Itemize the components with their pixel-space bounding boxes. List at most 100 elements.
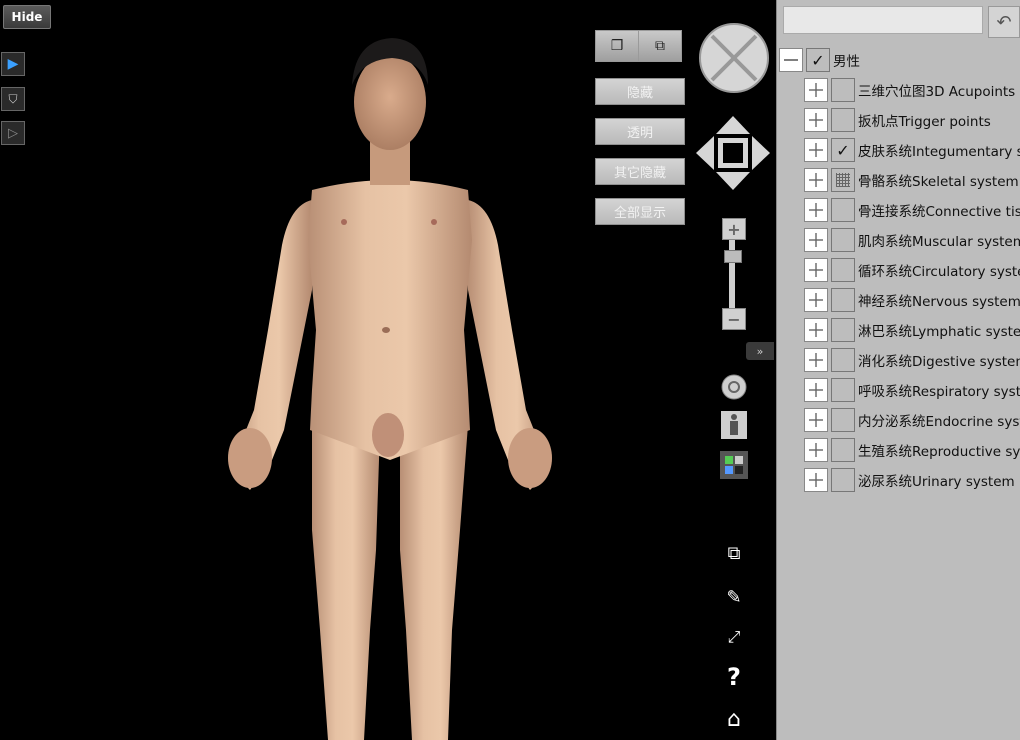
tree-item-label: 三维穴位图3D Acupoints bbox=[858, 84, 1016, 100]
body-view-button[interactable] bbox=[719, 410, 749, 440]
tree-item-label: 肌肉系统Muscular system bbox=[858, 234, 1020, 250]
tree-item[interactable]: 淋巴系统Lymphatic syster bbox=[804, 316, 1020, 344]
visibility-checkbox[interactable]: ✓ bbox=[806, 48, 830, 72]
tree-item[interactable]: 呼吸系统Respiratory syste bbox=[804, 376, 1020, 404]
checkmark-icon: ✓ bbox=[836, 140, 850, 160]
zoom-out-button[interactable]: − bbox=[722, 308, 746, 330]
help-button[interactable]: ? bbox=[719, 662, 749, 692]
expand-toggle[interactable] bbox=[804, 198, 828, 222]
tree-item[interactable]: 消化系统Digestive system bbox=[804, 346, 1020, 374]
expand-toggle[interactable] bbox=[804, 138, 828, 162]
expand-toggle[interactable] bbox=[804, 468, 828, 492]
visibility-checkbox[interactable]: ✓ bbox=[831, 138, 855, 162]
tree-item[interactable]: 骨骼系统Skeletal system bbox=[804, 166, 1019, 194]
3d-viewport[interactable]: Hide ▶ ⛉ ▷ ❒ ⧉ 隐藏 透明 其它隐藏 全部显示 + − » ⧉ ✎… bbox=[0, 0, 776, 740]
visibility-checkbox[interactable] bbox=[831, 318, 855, 342]
visibility-checkbox[interactable] bbox=[831, 198, 855, 222]
tree-item[interactable]: 肌肉系统Muscular system bbox=[804, 226, 1020, 254]
tree-item[interactable]: 三维穴位图3D Acupoints bbox=[804, 76, 1015, 104]
plus-icon bbox=[809, 263, 823, 277]
tree-item-label: 扳机点Trigger points bbox=[858, 114, 991, 130]
visibility-checkbox[interactable] bbox=[831, 408, 855, 432]
plus-icon bbox=[809, 143, 823, 157]
tree-item-label: 循环系统Circulatory syste bbox=[858, 264, 1020, 280]
home-button[interactable]: ⌂ bbox=[719, 704, 749, 734]
fullscreen-button[interactable]: ⤢ bbox=[719, 622, 749, 652]
expand-toggle[interactable] bbox=[804, 348, 828, 372]
color-mode-button[interactable] bbox=[719, 450, 749, 480]
reset-view-button[interactable] bbox=[719, 372, 749, 402]
layers-icon: ⧉ bbox=[727, 542, 741, 564]
collapse-toggle[interactable] bbox=[779, 48, 803, 72]
visibility-checkbox[interactable] bbox=[831, 78, 855, 102]
visibility-checkbox[interactable] bbox=[831, 438, 855, 462]
pan-control[interactable] bbox=[694, 114, 772, 192]
visibility-checkbox[interactable] bbox=[831, 258, 855, 282]
show-all-button[interactable]: 全部显示 bbox=[595, 198, 685, 225]
visibility-checkbox[interactable] bbox=[831, 108, 855, 132]
expand-toggle[interactable] bbox=[804, 258, 828, 282]
search-input[interactable] bbox=[783, 6, 983, 34]
layers-button[interactable]: ⧉ bbox=[719, 538, 749, 568]
expand-toggle[interactable] bbox=[804, 378, 828, 402]
undo-icon: ↶ bbox=[996, 11, 1012, 33]
visibility-checkbox[interactable] bbox=[831, 228, 855, 252]
tree-item-label: 骨连接系统Connective tiss bbox=[858, 204, 1020, 220]
expand-toggle[interactable] bbox=[804, 228, 828, 252]
tree-item[interactable]: 扳机点Trigger points bbox=[804, 106, 991, 134]
plus-icon bbox=[809, 473, 823, 487]
expand-toggle[interactable] bbox=[804, 318, 828, 342]
cube-icon: ❒ bbox=[610, 38, 624, 54]
single-view-button[interactable]: ❒ bbox=[595, 30, 639, 62]
plus-icon bbox=[809, 413, 823, 427]
visibility-checkbox[interactable] bbox=[831, 378, 855, 402]
zoom-in-button[interactable]: + bbox=[722, 218, 746, 240]
expand-toggle[interactable] bbox=[804, 108, 828, 132]
expand-toggle[interactable] bbox=[804, 438, 828, 462]
expand-toggle[interactable] bbox=[804, 288, 828, 312]
plus-icon bbox=[809, 293, 823, 307]
tree-item[interactable]: 循环系统Circulatory syste bbox=[804, 256, 1020, 284]
tree-item[interactable]: 神经系统Nervous system bbox=[804, 286, 1020, 314]
expand-toggle[interactable] bbox=[804, 408, 828, 432]
tree-item-label: 呼吸系统Respiratory syste bbox=[858, 384, 1020, 400]
tree-item[interactable]: 骨连接系统Connective tiss bbox=[804, 196, 1020, 224]
multi-view-button[interactable]: ⧉ bbox=[638, 30, 682, 62]
tree-item[interactable]: 生殖系统Reproductive sys bbox=[804, 436, 1020, 464]
expand-toggle[interactable] bbox=[804, 78, 828, 102]
tree-item[interactable]: 内分泌系统Endocrine syst bbox=[804, 406, 1020, 434]
screenshot-tool-button[interactable]: ⛉ bbox=[1, 87, 25, 111]
play-tool-button[interactable]: ▶ bbox=[1, 52, 25, 76]
tree-item-label: 神经系统Nervous system bbox=[858, 294, 1020, 310]
expand-toggle[interactable] bbox=[804, 168, 828, 192]
help-icon: ? bbox=[727, 663, 741, 691]
zoom-track[interactable] bbox=[729, 238, 735, 310]
play-outline-icon: ▷ bbox=[8, 125, 18, 141]
plus-icon bbox=[809, 233, 823, 247]
body-model[interactable] bbox=[220, 30, 560, 740]
fullscreen-icon: ⤢ bbox=[727, 627, 741, 646]
visibility-checkbox[interactable] bbox=[831, 168, 855, 192]
transparent-button[interactable]: 透明 bbox=[595, 118, 685, 145]
tree-root-male[interactable]: ✓ 男性 bbox=[779, 46, 860, 74]
back-button[interactable]: ↶ bbox=[988, 6, 1020, 38]
rotate-control[interactable] bbox=[698, 22, 770, 94]
tree-item-label: 泌尿系统Urinary system bbox=[858, 474, 1015, 490]
tree-item[interactable]: 泌尿系统Urinary system bbox=[804, 466, 1015, 494]
tree-item-label: 骨骼系统Skeletal system bbox=[858, 174, 1019, 190]
visibility-checkbox[interactable] bbox=[831, 348, 855, 372]
annotate-button[interactable]: ✎ bbox=[719, 582, 749, 612]
tree-item-label: 消化系统Digestive system bbox=[858, 354, 1020, 370]
visibility-checkbox[interactable] bbox=[831, 288, 855, 312]
visibility-checkbox[interactable] bbox=[831, 468, 855, 492]
tree-item[interactable]: ✓ 皮肤系统Integumentary sy bbox=[804, 136, 1020, 164]
animate-tool-button[interactable]: ▷ bbox=[1, 121, 25, 145]
zoom-slider-thumb[interactable] bbox=[724, 250, 742, 263]
hide-others-button[interactable]: 其它隐藏 bbox=[595, 158, 685, 185]
tree-item-label: 淋巴系统Lymphatic syster bbox=[858, 324, 1020, 340]
collapse-panel-button[interactable]: » bbox=[746, 342, 774, 360]
hide-button[interactable]: Hide bbox=[3, 5, 51, 29]
partial-check-icon bbox=[836, 173, 850, 187]
hide-part-button[interactable]: 隐藏 bbox=[595, 78, 685, 105]
color-grid-icon bbox=[720, 451, 748, 479]
